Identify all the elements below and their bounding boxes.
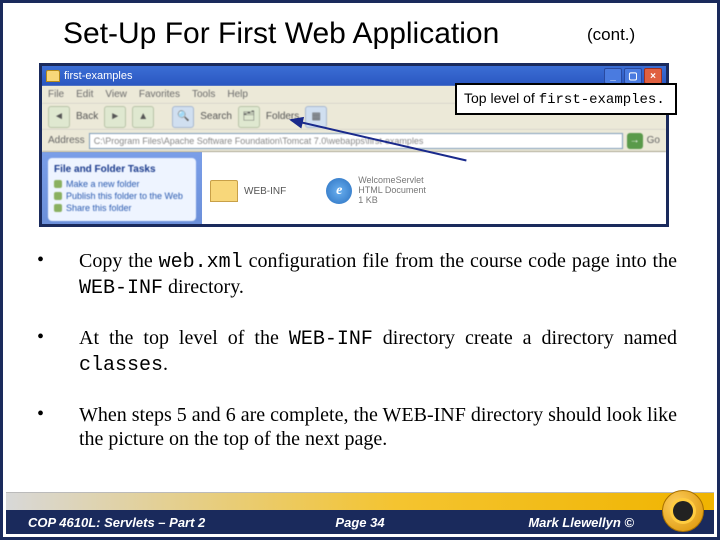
footer: COP 4610L: Servlets – Part 2 Page 34 Mar… bbox=[6, 492, 714, 534]
menu-view[interactable]: View bbox=[105, 89, 127, 100]
minimize-button[interactable]: _ bbox=[604, 68, 622, 84]
slide-title: Set-Up For First Web Application bbox=[63, 17, 499, 51]
task-publish[interactable]: Publish this folder to the Web bbox=[54, 191, 190, 201]
go-label: Go bbox=[647, 135, 660, 146]
bullet-list: • Copy the web.xml configuration file fr… bbox=[37, 249, 677, 475]
menu-favorites[interactable]: Favorites bbox=[139, 89, 180, 100]
menu-help[interactable]: Help bbox=[227, 89, 248, 100]
search-icon[interactable]: 🔍 bbox=[172, 106, 194, 128]
folder-icon bbox=[210, 180, 238, 202]
bullet-2: • At the top level of the WEB-INF direct… bbox=[37, 326, 677, 379]
address-path: C:\Program Files\Apache Software Foundat… bbox=[94, 136, 424, 146]
bullet-3: • When steps 5 and 6 are complete, the W… bbox=[37, 403, 677, 452]
footer-page: Page 34 bbox=[335, 515, 384, 530]
up-button[interactable]: ▲ bbox=[132, 106, 154, 128]
task-share[interactable]: Share this folder bbox=[54, 203, 190, 213]
slide-title-cont: (cont.) bbox=[587, 25, 635, 45]
folder-icon bbox=[46, 70, 60, 82]
go-button[interactable]: → bbox=[627, 133, 643, 149]
task-new-folder[interactable]: Make a new folder bbox=[54, 179, 190, 189]
back-label: Back bbox=[76, 111, 98, 122]
callout-text: Top level of bbox=[464, 90, 539, 106]
ie-icon: e bbox=[326, 178, 352, 204]
forward-button[interactable]: ► bbox=[104, 106, 126, 128]
slide: Set-Up For First Web Application (cont.)… bbox=[0, 0, 720, 540]
folder-label: WEB-INF bbox=[244, 186, 286, 197]
tasks-header: File and Folder Tasks bbox=[54, 164, 190, 175]
folders-icon[interactable]: 🗂 bbox=[238, 106, 260, 128]
folder-web-inf[interactable]: WEB-INF bbox=[210, 160, 286, 222]
file-area: WEB-INF e WelcomeServlet HTML Document 1… bbox=[202, 152, 666, 227]
back-button[interactable]: ◄ bbox=[48, 106, 70, 128]
ucf-logo-icon bbox=[662, 490, 704, 532]
window-title: first-examples bbox=[64, 70, 132, 82]
file-welcome-servlet[interactable]: e WelcomeServlet HTML Document 1 KB bbox=[326, 160, 426, 222]
callout-code: first-examples. bbox=[539, 92, 665, 108]
search-label: Search bbox=[200, 111, 232, 122]
tasks-pane: File and Folder Tasks Make a new folder … bbox=[42, 152, 202, 227]
callout-box: Top level of first-examples. bbox=[455, 83, 677, 115]
close-button[interactable]: × bbox=[644, 68, 662, 84]
file-size: 1 KB bbox=[358, 196, 426, 206]
menu-file[interactable]: File bbox=[48, 89, 64, 100]
footer-left: COP 4610L: Servlets – Part 2 bbox=[28, 515, 205, 530]
footer-author: Mark Llewellyn © bbox=[528, 515, 634, 530]
address-label: Address bbox=[48, 135, 85, 146]
maximize-button[interactable]: ▢ bbox=[624, 68, 642, 84]
menu-edit[interactable]: Edit bbox=[76, 89, 93, 100]
menu-tools[interactable]: Tools bbox=[192, 89, 215, 100]
bullet-1: • Copy the web.xml configuration file fr… bbox=[37, 249, 677, 302]
